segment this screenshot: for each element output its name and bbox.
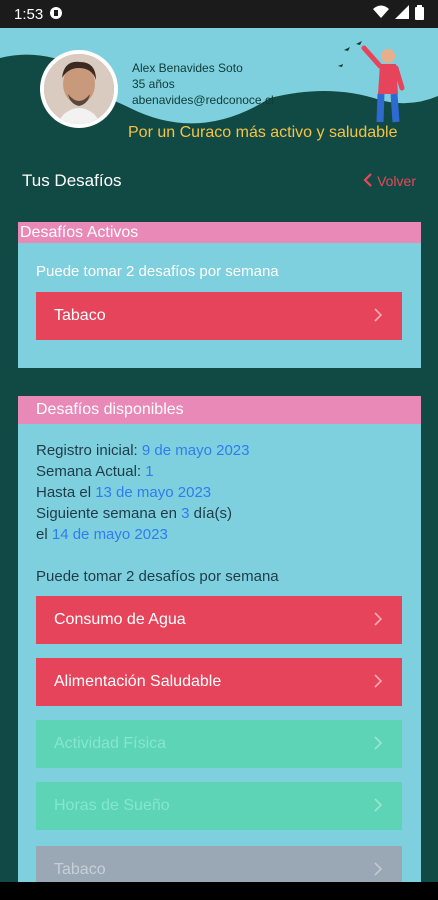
challenge-tabaco[interactable]: Tabaco <box>36 846 402 882</box>
mascot-illustration <box>338 41 405 123</box>
chevron-right-icon <box>368 609 388 629</box>
next-week-date-line: el 14 de mayo 2023 <box>36 526 168 543</box>
next-week-date: 14 de mayo 2023 <box>51 526 168 543</box>
profile-header: Alex Benavides Soto 35 años abenavides@r… <box>0 28 438 158</box>
active-challenges-header: Desafíos Activos <box>18 222 421 243</box>
challenge-label: Alimentación Saludable <box>54 673 222 690</box>
challenge-label: Horas de Sueño <box>54 797 170 814</box>
notification-icon <box>49 6 63 23</box>
active-challenges-note: Puede tomar 2 desafíos por semana <box>36 263 279 280</box>
tagline: Por un Curaco más activo y saludable <box>128 124 398 141</box>
until-date: 13 de mayo 2023 <box>95 484 212 501</box>
challenge-horas-de-sueno[interactable]: Horas de Sueño <box>36 782 402 830</box>
signal-icon <box>395 5 409 23</box>
challenge-consumo-de-agua[interactable]: Consumo de Agua <box>36 596 402 644</box>
challenge-alimentacion-saludable[interactable]: Alimentación Saludable <box>36 658 402 706</box>
battery-icon <box>415 4 424 24</box>
avatar <box>40 50 118 128</box>
user-age: 35 años <box>132 77 175 91</box>
next-week-days: 3 <box>181 505 190 522</box>
available-challenges-card: Desafíos disponibles Registro inicial: 9… <box>18 396 421 882</box>
current-week-value: 1 <box>145 463 154 480</box>
chevron-right-icon <box>368 733 388 753</box>
page-title: Tus Desafíos <box>22 171 122 190</box>
challenge-label: Tabaco <box>54 307 106 324</box>
status-bar: 1:53 <box>0 0 438 28</box>
wifi-icon <box>373 5 389 23</box>
until-line: Hasta el 13 de mayo 2023 <box>36 484 212 501</box>
user-info: Alex Benavides Soto 35 años abenavides@r… <box>132 60 274 108</box>
user-email: abenavides@redconoce.cl <box>132 93 274 107</box>
next-week-line: Siguiente semana en 3 día(s) <box>36 505 232 522</box>
available-challenges-note: Puede tomar 2 desafíos por semana <box>36 568 279 585</box>
active-challenges-card: Desafíos Activos Puede tomar 2 desafíos … <box>18 222 421 368</box>
back-button[interactable]: Volver <box>363 172 416 190</box>
current-week-line: Semana Actual: 1 <box>36 463 154 480</box>
status-time: 1:53 <box>14 5 44 23</box>
challenge-label: Actividad Física <box>54 735 167 752</box>
back-label: Volver <box>377 173 416 189</box>
status-icons <box>373 4 424 24</box>
chevron-right-icon <box>368 305 388 325</box>
available-challenges-header: Desafíos disponibles <box>18 396 421 424</box>
chevron-right-icon <box>368 795 388 815</box>
active-challenge-tabaco[interactable]: Tabaco <box>36 292 402 340</box>
chevron-left-icon <box>363 172 373 190</box>
title-bar: Tus Desafíos Volver <box>0 158 438 204</box>
user-name: Alex Benavides Soto <box>132 61 243 75</box>
challenge-label: Consumo de Agua <box>54 611 186 628</box>
chevron-right-icon <box>368 671 388 691</box>
chevron-right-icon <box>368 859 388 879</box>
challenge-actividad-fisica[interactable]: Actividad Física <box>36 720 402 768</box>
initial-registration-line: Registro inicial: 9 de mayo 2023 <box>36 442 250 459</box>
system-navigation-bar <box>0 882 438 900</box>
week-info: Registro inicial: 9 de mayo 2023 Semana … <box>36 440 249 545</box>
challenge-label: Tabaco <box>54 861 106 878</box>
initial-registration-date: 9 de mayo 2023 <box>141 442 250 459</box>
